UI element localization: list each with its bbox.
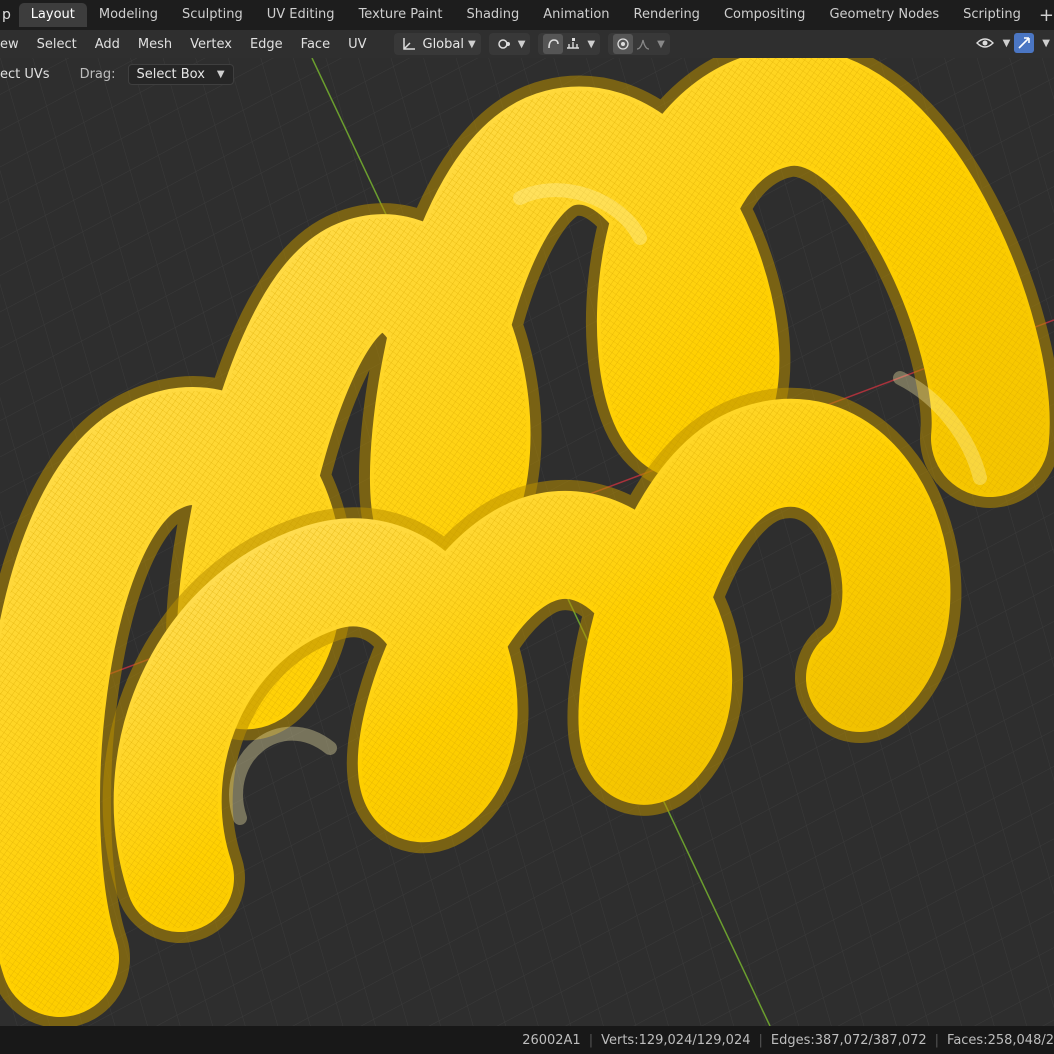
tab-layout[interactable]: Layout [18, 3, 87, 27]
menu-vertex[interactable]: Vertex [181, 37, 241, 52]
tool-settings-bar: ect UVs Drag: Select Box ▼ [0, 58, 260, 90]
tab-compositing[interactable]: Compositing [712, 3, 818, 27]
tab-texture-paint[interactable]: Texture Paint [347, 3, 455, 27]
scene-id: 26002A1 [522, 1032, 581, 1048]
chevron-down-icon: ▼ [467, 38, 476, 50]
viewport-header: ew Select Add Mesh Vertex Edge Face UV Global ▼… [0, 30, 1054, 58]
drag-mode-value: Select Box [136, 66, 205, 82]
tab-geometry-nodes[interactable]: Geometry Nodes [817, 3, 951, 27]
visibility-eye-icon[interactable] [975, 33, 995, 53]
pivot-point-dropdown[interactable]: ▼ [488, 33, 531, 55]
drag-mode-dropdown[interactable]: Select Box ▼ [127, 63, 234, 85]
faces-count: Faces:258,048/2 [947, 1032, 1054, 1048]
menu-select[interactable]: Select [28, 37, 86, 52]
edges-count: Edges:387,072/387,072 [770, 1032, 927, 1048]
chevron-down-icon: ▼ [1042, 37, 1050, 49]
chevron-down-icon: ▼ [587, 38, 596, 50]
verts-count: Verts:129,024/129,024 [601, 1032, 751, 1048]
snap-increment-icon[interactable] [563, 34, 583, 54]
orientation-axes-icon [399, 34, 419, 54]
tab-rendering[interactable]: Rendering [622, 3, 712, 27]
viewport-canvas[interactable] [0, 58, 1054, 1026]
tool-settings-label: ect UVs [0, 66, 50, 82]
workspace-tabs: Layout Modeling Sculpting UV Editing Texture… [18, 0, 1033, 30]
orientation-label: Global [422, 36, 464, 52]
chevron-down-icon: ▼ [657, 38, 665, 50]
proportional-edit-group[interactable]: ▼ [608, 33, 670, 55]
menu-add[interactable]: Add [86, 37, 129, 52]
snapping-group[interactable]: ▼ [538, 33, 601, 55]
3d-viewport[interactable] [0, 58, 1054, 1026]
chevron-down-icon: ▼ [216, 68, 225, 80]
proportional-edit-icon[interactable] [613, 34, 634, 54]
tab-uv-editing[interactable]: UV Editing [255, 3, 347, 27]
add-workspace-icon[interactable]: + [1039, 5, 1054, 26]
tab-animation[interactable]: Animation [531, 3, 621, 27]
tab-scripting[interactable]: Scripting [951, 3, 1033, 27]
gizmo-toggle-icon[interactable] [1014, 33, 1035, 53]
menu-edge[interactable]: Edge [241, 37, 292, 52]
menu-ew[interactable]: ew [0, 37, 28, 52]
tab-modeling[interactable]: Modeling [87, 3, 170, 27]
header-menus: ew Select Add Mesh Vertex Edge Face UV [0, 37, 376, 52]
chevron-down-icon: ▼ [1002, 37, 1011, 49]
falloff-curve-icon[interactable] [633, 34, 653, 54]
menu-mesh[interactable]: Mesh [129, 37, 181, 52]
menu-uv[interactable]: UV [339, 37, 375, 52]
chevron-down-icon: ▼ [517, 38, 526, 50]
pivot-icon [494, 34, 514, 54]
transform-orientation-dropdown[interactable]: Global ▼ [393, 33, 481, 55]
header-right-icons: ▼ ▼ [975, 33, 1050, 53]
tab-sculpting[interactable]: Sculpting [170, 3, 255, 27]
menu-face[interactable]: Face [292, 37, 339, 52]
snap-toggle-icon[interactable] [543, 34, 564, 54]
status-bar: 26002A1 | Verts:129,024/129,024 | Edges:… [0, 1026, 1054, 1054]
tab-shading[interactable]: Shading [454, 3, 531, 27]
workspace-topbar: p Layout Modeling Sculpting UV Editing Textu… [0, 0, 1054, 30]
drag-label: Drag: [79, 66, 116, 82]
app-menu-stub[interactable]: p [0, 7, 19, 23]
